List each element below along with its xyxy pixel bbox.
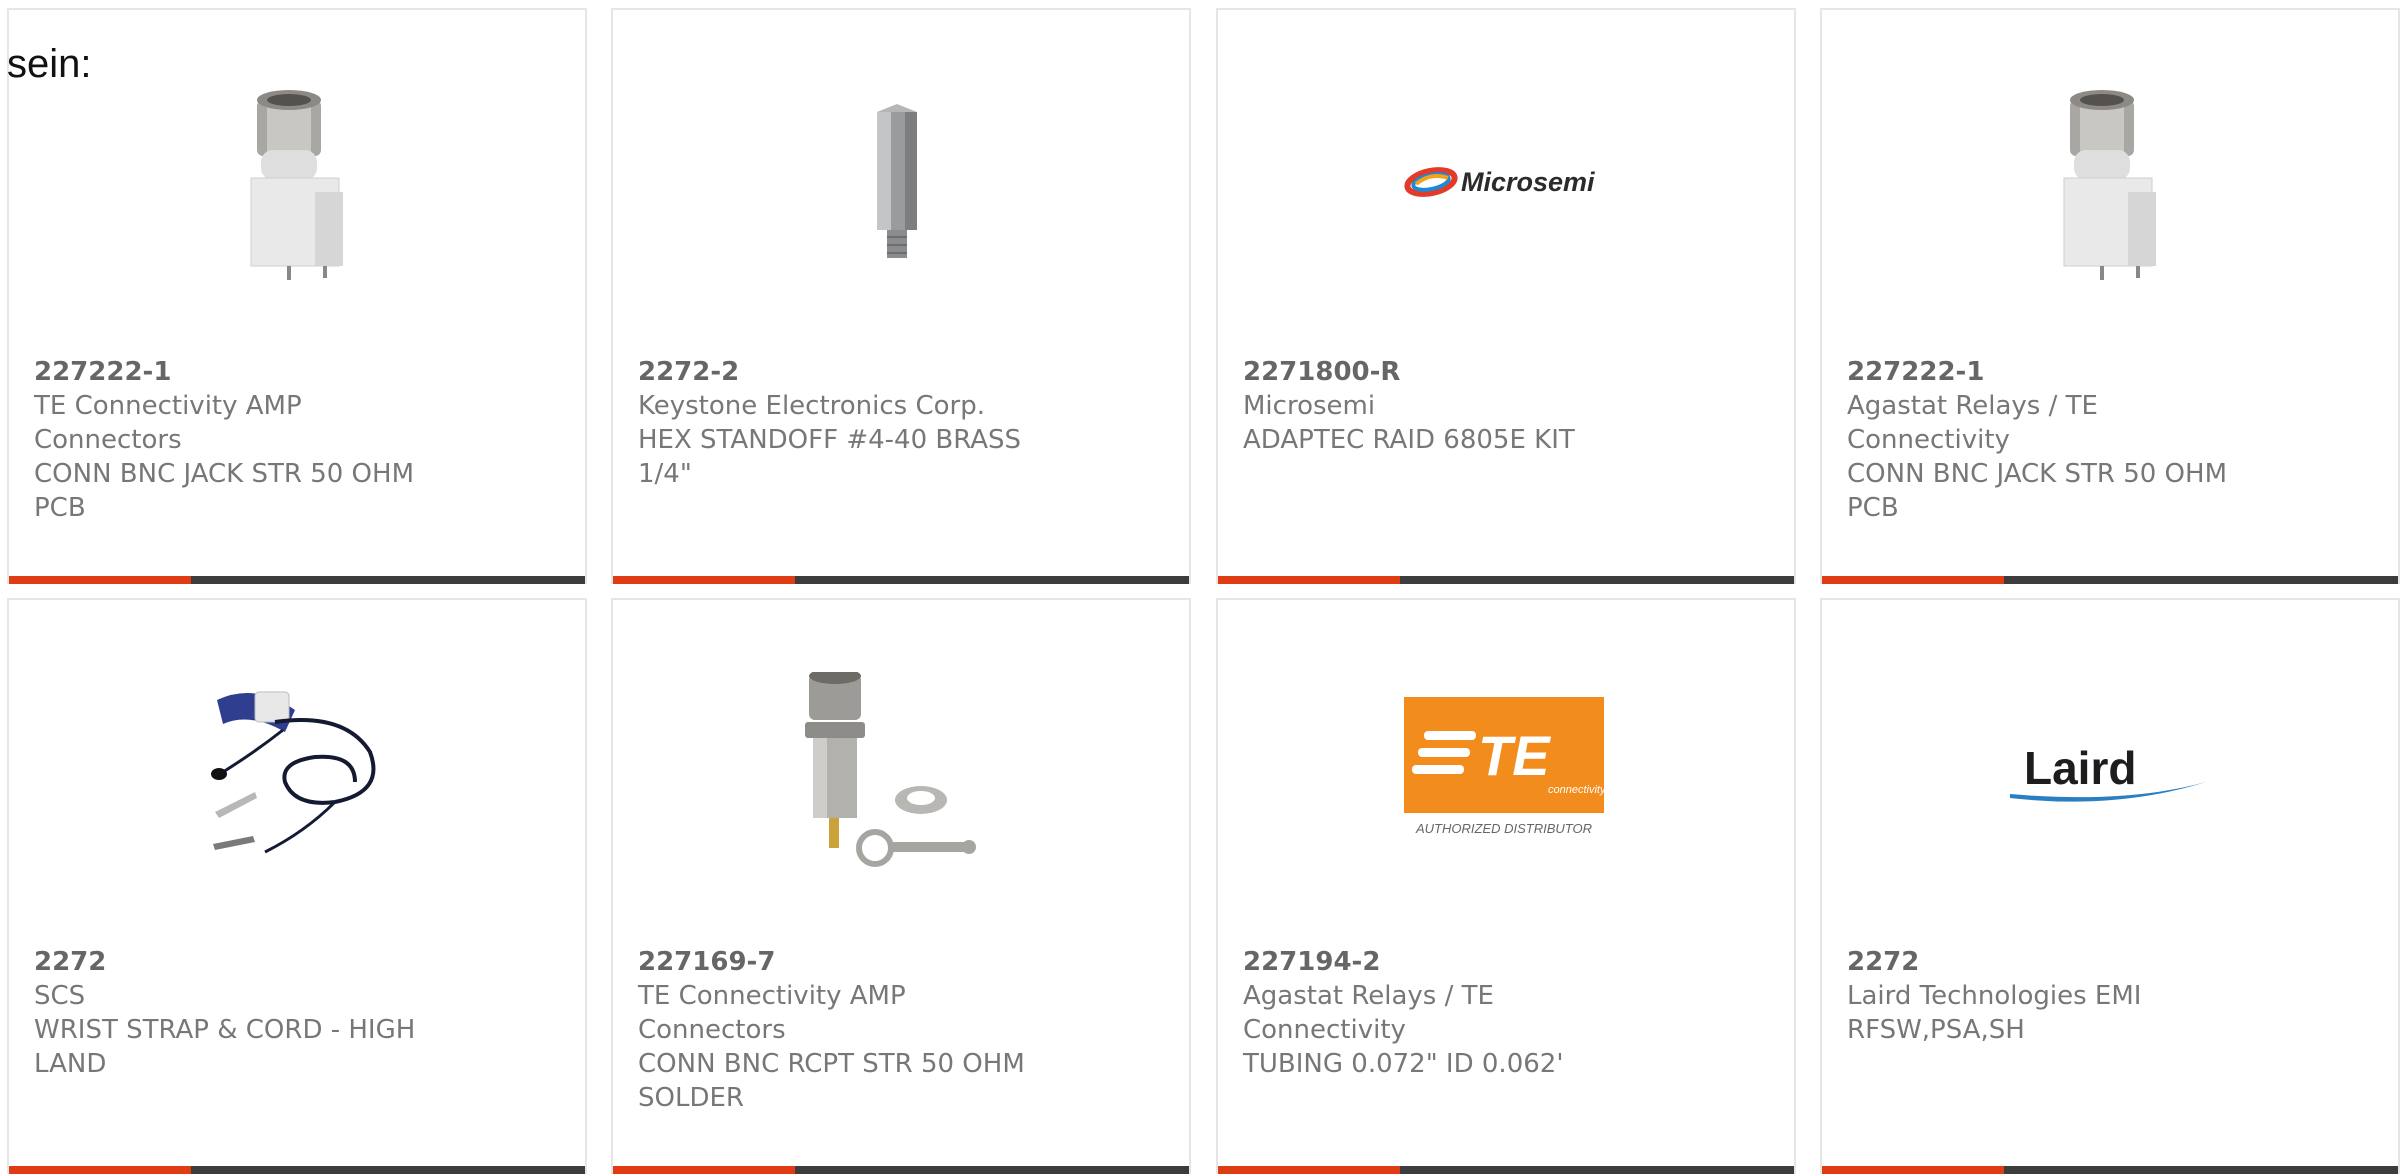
part-number[interactable]: 2272	[1847, 945, 2267, 979]
logo-subtext: connectivity	[1548, 784, 1606, 796]
part-number[interactable]: 227222-1	[34, 355, 454, 389]
description-cont: LAND	[34, 1049, 107, 1079]
description-cont: 1/4"	[638, 459, 692, 489]
description-cont: PCB	[34, 493, 86, 523]
manufacturer: Keystone Electronics Corp.	[638, 391, 986, 421]
description: CONN BNC JACK STR 50 OHM	[34, 459, 415, 489]
product-card[interactable]: 2272-2 Keystone Electronics Corp. HEX ST…	[611, 8, 1191, 584]
description: CONN BNC RCPT STR 50 OHM	[638, 1049, 1025, 1079]
microsemi-logo[interactable]: Microsemi	[1402, 82, 1606, 282]
bnc-receptacle-image[interactable]	[797, 672, 1001, 872]
description: WRIST STRAP & CORD - HIGH	[34, 1015, 416, 1045]
card-underline	[9, 576, 585, 584]
manufacturer: Laird Technologies EMI	[1847, 981, 2142, 1011]
card-underline	[9, 1166, 585, 1174]
product-card[interactable]: 227169-7 TE Connectivity AMP Connectors …	[611, 598, 1191, 1174]
logo-text: TE	[1478, 724, 1551, 787]
te-connectivity-logo[interactable]: TE connectivity AUTHORIZED DISTRIBUTOR	[1402, 672, 1606, 872]
manufacturer: Agastat Relays / TE Connectivity	[1847, 391, 2098, 455]
bnc-jack-image[interactable]	[2006, 82, 2210, 282]
manufacturer: Agastat Relays / TE Connectivity	[1243, 981, 1494, 1045]
logo-caption: AUTHORIZED DISTRIBUTOR	[1415, 821, 1592, 836]
description-cont: PCB	[1847, 493, 1899, 523]
product-card[interactable]: Microsemi 2271800-R Microsemi ADAPTEC RA…	[1216, 8, 1796, 584]
laird-logo[interactable]: Laird	[2006, 672, 2210, 872]
description: RFSW,PSA,SH	[1847, 1015, 2025, 1045]
product-card[interactable]: 227222-1 Agastat Relays / TE Connectivit…	[1820, 8, 2400, 584]
manufacturer: TE Connectivity AMP Connectors	[34, 391, 302, 455]
bnc-jack-image[interactable]	[193, 82, 397, 282]
intro-text: sein:	[7, 42, 92, 86]
card-underline	[613, 1166, 1189, 1174]
manufacturer: TE Connectivity AMP Connectors	[638, 981, 906, 1045]
card-underline	[613, 576, 1189, 584]
description-cont: SOLDER	[638, 1083, 744, 1113]
part-number[interactable]: 2272-2	[638, 355, 1058, 389]
card-underline	[1822, 576, 2398, 584]
logo-text: Laird	[2024, 742, 2136, 794]
card-underline	[1218, 576, 1794, 584]
product-card[interactable]: 2272 SCS WRIST STRAP & CORD - HIGH LAND	[7, 598, 587, 1174]
part-number[interactable]: 227169-7	[638, 945, 1058, 979]
description: TUBING 0.072" ID 0.062'	[1243, 1049, 1564, 1079]
card-underline	[1218, 1166, 1794, 1174]
hex-standoff-image[interactable]	[797, 82, 1001, 282]
description: CONN BNC JACK STR 50 OHM	[1847, 459, 2228, 489]
product-card[interactable]: Laird 2272 Laird Technologies EMI RFSW,P…	[1820, 598, 2400, 1174]
description: ADAPTEC RAID 6805E KIT	[1243, 425, 1575, 455]
part-number[interactable]: 227222-1	[1847, 355, 2267, 389]
card-underline	[1822, 1166, 2398, 1174]
logo-text: Microsemi	[1461, 167, 1595, 197]
part-number[interactable]: 2271800-R	[1243, 355, 1663, 389]
wrist-strap-image[interactable]	[193, 672, 397, 872]
manufacturer: SCS	[34, 981, 86, 1011]
part-number[interactable]: 2272	[34, 945, 454, 979]
description: HEX STANDOFF #4-40 BRASS	[638, 425, 1022, 455]
part-number[interactable]: 227194-2	[1243, 945, 1663, 979]
product-card[interactable]: TE connectivity AUTHORIZED DISTRIBUTOR 2…	[1216, 598, 1796, 1174]
manufacturer: Microsemi	[1243, 391, 1376, 421]
product-card[interactable]: 227222-1 TE Connectivity AMP Connectors …	[7, 8, 587, 584]
